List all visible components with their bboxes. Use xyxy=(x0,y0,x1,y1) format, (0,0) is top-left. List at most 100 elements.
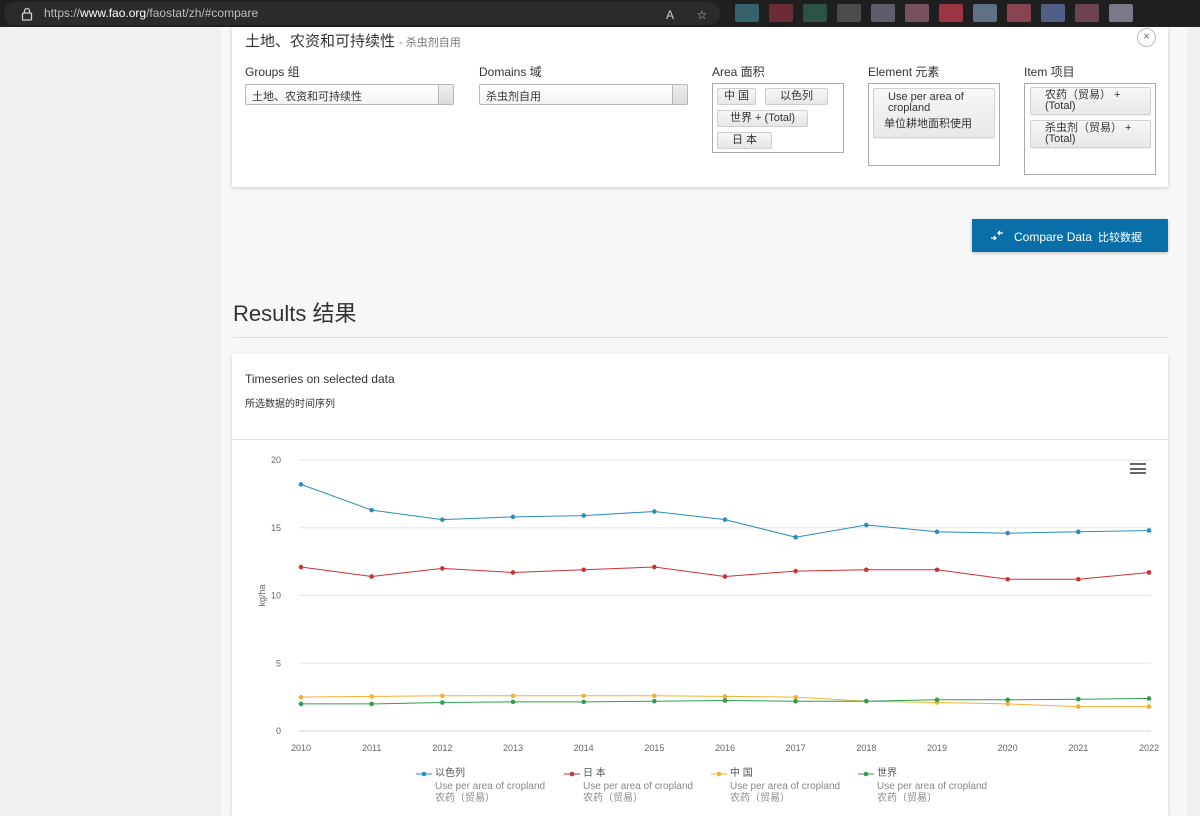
data-point xyxy=(1146,696,1152,701)
legend-marker xyxy=(416,771,432,777)
extension-icon[interactable] xyxy=(973,4,997,22)
legend-marker xyxy=(711,771,727,777)
data-point xyxy=(1005,576,1010,582)
extension-icon[interactable] xyxy=(905,4,929,22)
timeseries-chart-card: Timeseries on selected data 所选数据的时间序列 05… xyxy=(232,354,1168,816)
data-point xyxy=(934,567,940,573)
item-tag-insecticides[interactable]: 杀虫剂（贸易） + (Total) xyxy=(1030,120,1151,148)
chevron-down-icon[interactable] xyxy=(438,85,453,104)
data-point xyxy=(298,694,304,700)
data-point xyxy=(793,694,798,700)
extension-icon[interactable] xyxy=(1007,4,1031,22)
extension-icon[interactable] xyxy=(939,4,963,22)
element-listbox[interactable]: Use per area of cropland 单位耕地面积使用 xyxy=(868,83,1000,166)
groups-label: Groups 组 xyxy=(245,65,300,79)
legend-label: 以色列 Use per area of cropland 农药（贸易） xyxy=(435,768,545,806)
extension-icon[interactable] xyxy=(769,4,793,22)
compare-data-button[interactable]: Compare Data 比较数据 xyxy=(972,219,1168,252)
browser-toolbar: https://www.fao.org/faostat/zh/#compare … xyxy=(0,0,1200,27)
data-point xyxy=(793,568,798,574)
extension-icon[interactable] xyxy=(1041,4,1065,22)
legend-element: Use per area of cropland xyxy=(730,780,841,792)
item-tag-pesticides[interactable]: 农药（贸易） + (Total) xyxy=(1030,87,1151,115)
favorite-star-icon[interactable]: ☆ xyxy=(694,7,710,23)
data-point xyxy=(440,566,445,571)
selection-panel: 土地、农资和可持续性 - 杀虫剂自用 × Groups 组 土地、农资和可持续性 … xyxy=(232,27,1168,187)
data-point xyxy=(369,507,374,513)
compare-data-label-zh: 比较数据 xyxy=(1098,232,1143,244)
area-tag-china[interactable]: 中 国 xyxy=(717,88,757,105)
element-label: Element 元素 xyxy=(868,65,940,79)
extension-icon[interactable] xyxy=(803,4,827,22)
x-tick-label: 2011 xyxy=(362,743,381,753)
legend-label: 中 国 Use per area of cropland 农药（贸易） xyxy=(730,768,840,806)
data-point xyxy=(510,693,516,699)
data-point xyxy=(934,697,940,703)
results-divider xyxy=(233,337,1168,338)
data-point xyxy=(440,700,445,705)
data-point xyxy=(1076,529,1081,535)
results-heading: Results 结果 xyxy=(233,301,357,326)
legend-marker xyxy=(564,771,580,777)
data-point xyxy=(722,574,728,579)
data-point xyxy=(1076,696,1081,702)
y-tick-label: 5 xyxy=(276,658,281,668)
element-tag[interactable]: Use per area of cropland 单位耕地面积使用 xyxy=(873,88,995,138)
item-listbox[interactable]: 农药（贸易） + (Total) 杀虫剂（贸易） + (Total) xyxy=(1024,83,1156,175)
groups-select[interactable]: 土地、农资和可持续性 xyxy=(245,84,454,105)
area-tag-world[interactable]: 世界 + (Total) xyxy=(717,110,809,127)
data-point xyxy=(510,570,516,575)
y-tick-label: 10 xyxy=(271,591,281,601)
area-tag-japan[interactable]: 日 本 xyxy=(717,132,773,149)
data-point xyxy=(1076,576,1081,582)
x-tick-label: 2020 xyxy=(998,743,1018,753)
extension-icon[interactable] xyxy=(871,4,895,22)
data-point xyxy=(440,517,445,522)
data-point xyxy=(1146,528,1152,533)
element-tag-line: 单位耕地面积使用 xyxy=(884,118,972,130)
timeseries-chart: 0 5 10 15 20 2010 2011 2012 2013 2014 2015 2016 2017… xyxy=(257,455,1159,753)
address-bar[interactable]: https://www.fao.org/faostat/zh/#compare … xyxy=(4,2,720,25)
close-button[interactable]: × xyxy=(1137,28,1156,47)
hamburger-menu-icon[interactable] xyxy=(1130,463,1146,477)
data-point xyxy=(581,699,586,705)
data-point xyxy=(581,693,586,699)
compare-data-label-en: Compare Data xyxy=(1014,230,1093,244)
y-tick-label: 0 xyxy=(276,726,281,736)
x-tick-label: 2015 xyxy=(644,743,664,753)
legend-series-name: 日 本 xyxy=(583,768,606,779)
read-aloud-icon[interactable]: A xyxy=(662,7,678,23)
area-tag-israel[interactable]: 以色列 xyxy=(765,88,828,105)
extension-icon[interactable] xyxy=(1109,4,1133,22)
data-point xyxy=(298,564,304,570)
url-path: /faostat/zh/#compare xyxy=(146,6,259,20)
extension-icon[interactable] xyxy=(1075,4,1099,22)
legend-series-name: 以色列 xyxy=(435,768,465,779)
lock-icon xyxy=(21,7,33,21)
data-point xyxy=(298,701,304,707)
data-point xyxy=(652,564,657,570)
data-point xyxy=(510,699,516,705)
x-tick-label: 2021 xyxy=(1068,743,1088,753)
selection-header: 土地、农资和可持续性 - 杀虫剂自用 xyxy=(245,30,461,51)
y-tick-label: 15 xyxy=(271,523,281,533)
chevron-down-icon[interactable] xyxy=(672,85,687,104)
x-tick-label: 2016 xyxy=(715,743,735,753)
x-tick-label: 2018 xyxy=(856,743,876,753)
y-axis-title: kg/ha xyxy=(257,584,267,606)
extension-icon[interactable] xyxy=(837,4,861,22)
url-text[interactable]: https://www.fao.org/faostat/zh/#compare xyxy=(44,6,258,21)
data-point xyxy=(722,694,728,699)
item-tag-line: (Total) xyxy=(1045,133,1076,145)
legend-series-name: 中 国 xyxy=(730,768,753,779)
area-listbox[interactable]: 中 国 以色列 世界 + (Total) 日 本 xyxy=(712,83,844,153)
domains-select[interactable]: 杀虫剂自用 xyxy=(479,84,688,105)
data-point xyxy=(369,574,374,579)
x-tick-label: 2012 xyxy=(432,743,452,753)
x-tick-label: 2022 xyxy=(1139,743,1159,753)
extension-icon[interactable] xyxy=(735,4,759,22)
data-point xyxy=(298,482,304,487)
item-tag-line: (Total) xyxy=(1045,100,1076,112)
left-gutter xyxy=(0,27,221,816)
data-point xyxy=(369,701,374,707)
